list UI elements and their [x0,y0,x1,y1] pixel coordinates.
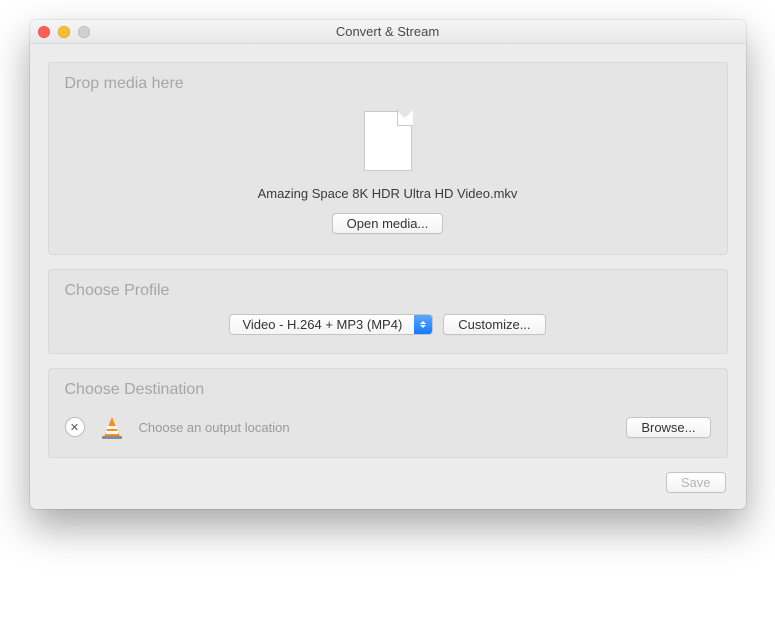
dropped-filename: Amazing Space 8K HDR Ultra HD Video.mkv [65,186,711,201]
minimize-icon[interactable] [58,26,70,38]
save-button[interactable]: Save [666,472,726,493]
profile-selected-label: Video - H.264 + MP3 (MP4) [230,317,414,332]
file-icon [364,111,412,171]
convert-stream-window: Convert & Stream Drop media here Amazing… [30,20,746,509]
destination-placeholder: Choose an output location [139,420,611,435]
close-icon[interactable] [38,26,50,38]
chevron-updown-icon [414,315,432,334]
zoom-icon [78,26,90,38]
vlc-cone-icon [101,413,123,441]
drop-media-panel[interactable]: Drop media here Amazing Space 8K HDR Ult… [48,62,728,255]
drop-area: Amazing Space 8K HDR Ultra HD Video.mkv … [65,101,711,240]
browse-destination-button[interactable]: Browse... [626,417,710,438]
profile-select[interactable]: Video - H.264 + MP3 (MP4) [229,314,433,335]
destination-panel: Choose Destination ✕ Choose an output lo… [48,368,728,458]
remove-destination-button[interactable]: ✕ [65,417,85,437]
open-media-button[interactable]: Open media... [332,213,444,234]
footer: Save [48,472,728,495]
titlebar: Convert & Stream [30,20,746,44]
drop-media-title: Drop media here [65,75,711,93]
window-title: Convert & Stream [336,24,439,39]
profile-title: Choose Profile [65,282,711,300]
content-area: Drop media here Amazing Space 8K HDR Ult… [30,44,746,509]
profile-panel: Choose Profile Video - H.264 + MP3 (MP4)… [48,269,728,354]
window-controls [38,26,90,38]
destination-title: Choose Destination [65,381,711,399]
x-icon: ✕ [70,421,79,434]
customize-profile-button[interactable]: Customize... [443,314,545,335]
